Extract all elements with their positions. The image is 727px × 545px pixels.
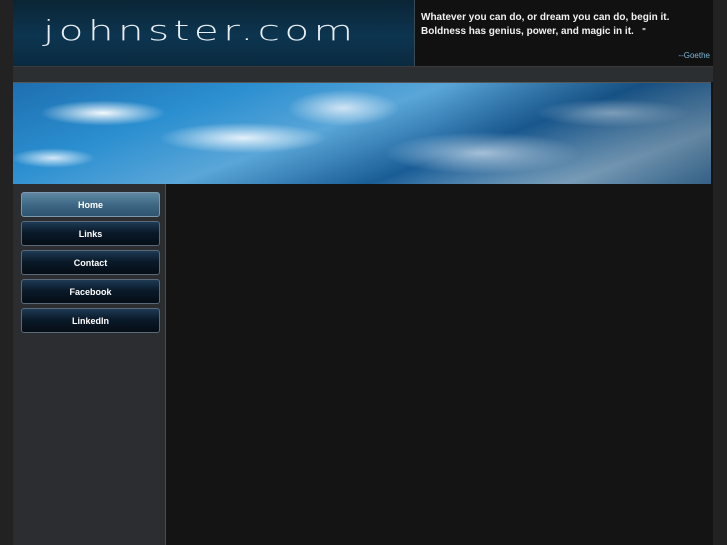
main-nav: Home Links Contact Facebook LinkedIn [21,192,160,337]
logo-panel: johnster.com [13,0,415,66]
nav-item-links[interactable]: Links [21,221,160,246]
banner-image [13,82,711,185]
quote-author: --Goethe [678,51,710,60]
nav-item-linkedin[interactable]: LinkedIn [21,308,160,333]
sub-header-bar [13,67,713,82]
page-gutter-right [713,0,727,545]
quote-body: Whatever you can do, or dream you can do… [421,12,670,37]
site-logo[interactable]: johnster.com [43,14,357,47]
nav-item-contact[interactable]: Contact [21,250,160,275]
page-frame: johnster.com Whatever you can do, or dre… [13,0,713,545]
main-content [166,184,713,545]
quote-mark: " [642,27,646,36]
site-header: johnster.com Whatever you can do, or dre… [13,0,713,66]
nav-item-home[interactable]: Home [21,192,160,217]
quote-panel: Whatever you can do, or dream you can do… [415,0,713,66]
nav-item-facebook[interactable]: Facebook [21,279,160,304]
sidebar: Home Links Contact Facebook LinkedIn [13,184,166,545]
banner-overlay [13,83,711,184]
page-gutter-left [0,0,13,545]
quote-text: Whatever you can do, or dream you can do… [421,11,711,39]
